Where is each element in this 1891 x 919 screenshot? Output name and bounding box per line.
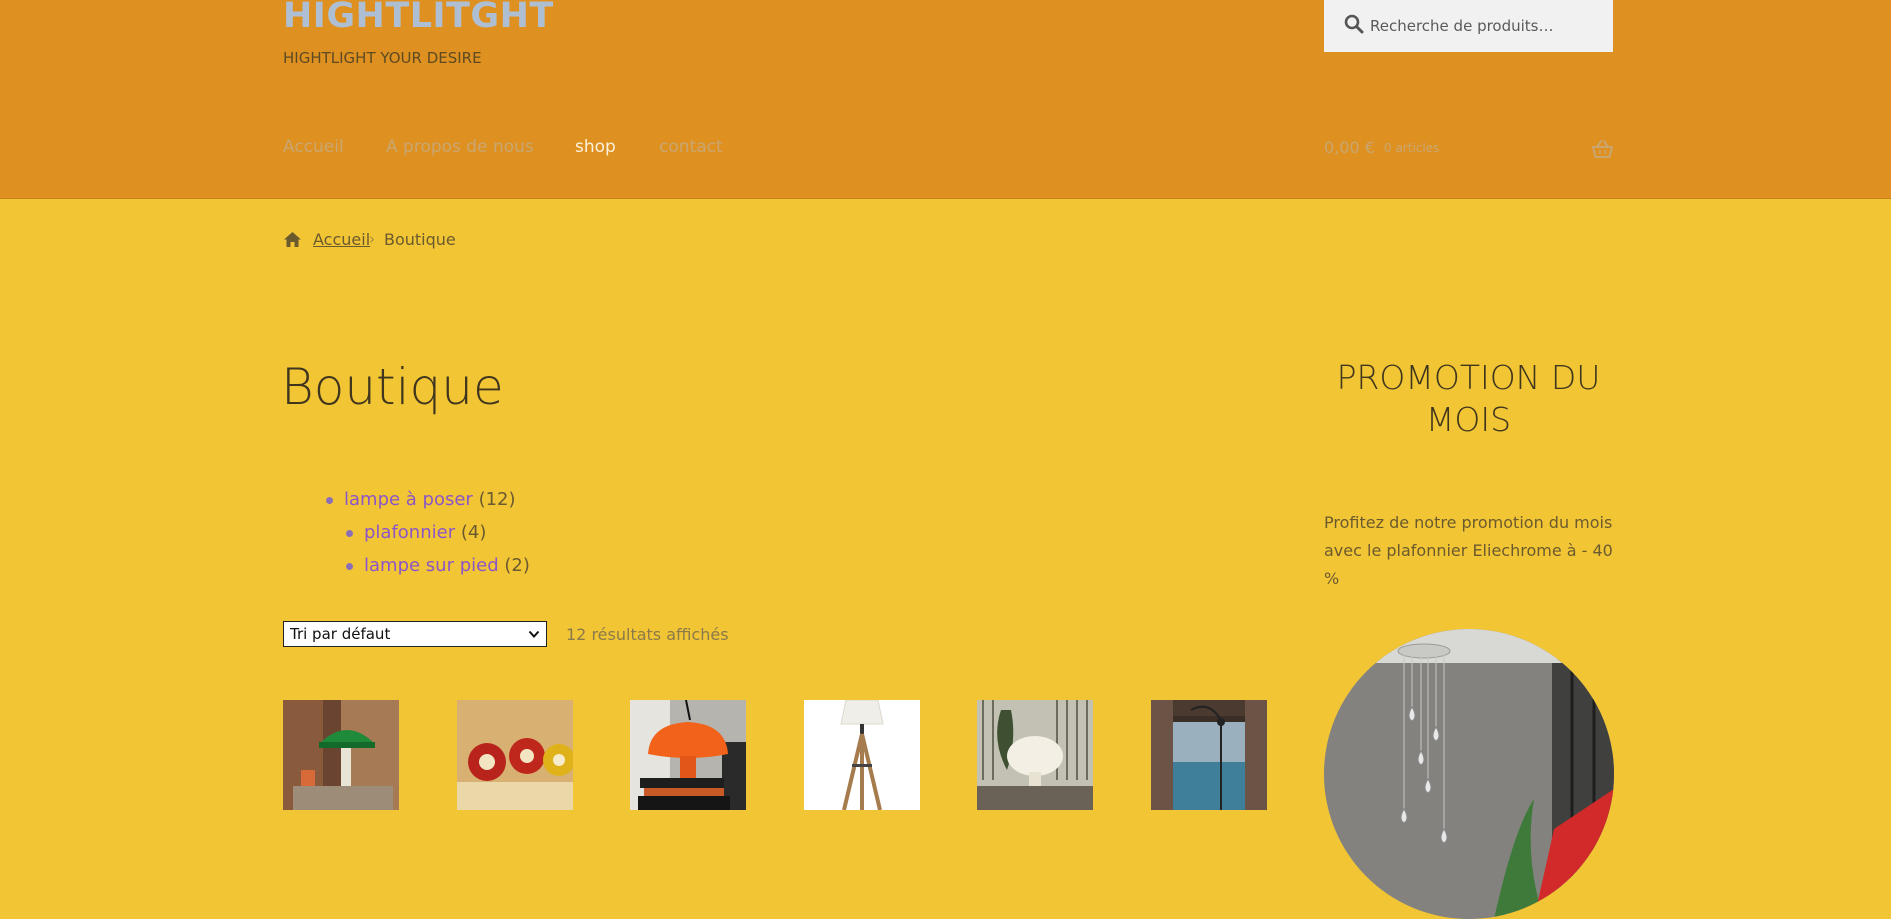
sidebar-widget-title: PROMOTION DU MOIS	[1336, 358, 1601, 439]
result-count: 12 résultats affichés	[566, 625, 729, 644]
list-bullet	[346, 530, 353, 537]
cart-count[interactable]: 0 articles	[1384, 141, 1439, 155]
list-bullet	[346, 563, 353, 570]
product-image-tripod-lamp[interactable]	[804, 700, 920, 810]
site-header: HIGHTLITGHT HIGHTLIGHT YOUR DESIRE Accue…	[0, 0, 1891, 199]
breadcrumb-home-link[interactable]: Accueil	[313, 230, 370, 249]
category-link[interactable]: plafonnier	[364, 522, 455, 543]
site-title[interactable]: HIGHTLITGHT	[283, 0, 554, 36]
category-link[interactable]: lampe à poser	[344, 489, 473, 510]
basket-icon[interactable]	[1592, 140, 1613, 158]
category-count: (4)	[460, 522, 487, 543]
cart-amount[interactable]: 0,00 €	[1324, 138, 1375, 157]
header-cart[interactable]: 0,00 € 0 articles	[1324, 137, 1613, 161]
category-link[interactable]: lampe sur pied	[364, 555, 499, 576]
promo-chandelier-image[interactable]	[1324, 629, 1614, 919]
home-icon	[284, 232, 301, 247]
search-form	[1324, 0, 1613, 52]
category-count: (2)	[504, 555, 530, 576]
product-image-white-floor-lamp[interactable]	[977, 700, 1093, 810]
sort-selected-value: Tri par défaut	[290, 625, 391, 643]
nav-item-shop[interactable]: shop	[575, 137, 616, 157]
product-image-arc-lamp[interactable]	[1151, 700, 1267, 810]
search-icon	[1344, 14, 1364, 34]
nav-item-accueil[interactable]: Accueil	[283, 137, 344, 157]
chevron-down-icon	[528, 630, 540, 638]
site-description: HIGHTLIGHT YOUR DESIRE	[283, 49, 482, 67]
nav-item-a-propos[interactable]: A propos de nous	[386, 137, 534, 157]
breadcrumb-current: Boutique	[384, 230, 456, 249]
sort-select[interactable]: Tri par défaut	[283, 621, 547, 647]
sidebar-promo-text: Profitez de notre promotion du mois avec…	[1324, 513, 1613, 588]
product-image-green-desk-lamp[interactable]	[283, 700, 399, 810]
product-image-orange-lamp[interactable]	[630, 700, 746, 810]
breadcrumb-separator: ›	[369, 230, 375, 248]
category-item-lampe-a-poser: lampe à poser (12)	[326, 489, 516, 510]
list-bullet	[326, 497, 333, 504]
search-input[interactable]	[1370, 0, 1606, 52]
product-image-red-lamps[interactable]	[457, 700, 573, 810]
category-item-lampe-sur-pied: lampe sur pied (2)	[346, 555, 530, 576]
page-title: Boutique	[281, 358, 504, 416]
category-count: (12)	[478, 489, 516, 510]
category-item-plafonnier: plafonnier (4)	[346, 522, 487, 543]
nav-item-contact[interactable]: contact	[659, 137, 723, 157]
